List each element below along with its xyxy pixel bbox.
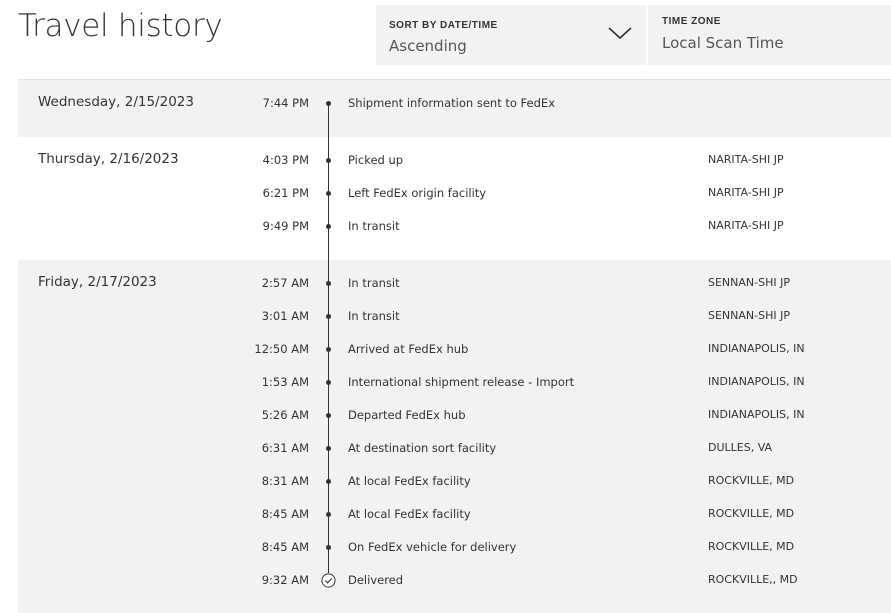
- event-location: INDIANAPOLIS, IN: [708, 342, 805, 355]
- timezone-value: Local Scan Time: [662, 34, 784, 52]
- dot-icon: [326, 190, 331, 196]
- event-description: In transit: [348, 276, 400, 290]
- event-time: 9:49 PM: [262, 219, 309, 233]
- event-location: ROCKVILLE, MD: [708, 540, 795, 553]
- event-time: 9:32 AM: [261, 573, 309, 587]
- event-description: Shipment information sent to FedEx: [348, 96, 555, 110]
- scan-event-row: 8:31 AM At local FedEx facility ROCKVILLE,…: [18, 471, 891, 491]
- scan-event-row: 12:50 AM Arrived at FedEx hub INDIANAPOLIS…: [18, 339, 891, 359]
- event-time: 8:31 AM: [261, 474, 309, 488]
- day-group: Thursday, 2/16/2023 4:03 PM Picked up NARIT…: [18, 137, 891, 260]
- event-location: DULLES, VA: [708, 441, 773, 454]
- event-time: 12:50 AM: [254, 342, 309, 356]
- event-time: 6:31 AM: [261, 441, 309, 455]
- event-description: In transit: [348, 309, 400, 323]
- event-location: INDIANAPOLIS, IN: [708, 375, 805, 388]
- dot-icon: [326, 313, 331, 319]
- page-title: Travel history: [18, 8, 223, 44]
- sort-dropdown[interactable]: SORT BY DATE/TIME Ascending: [376, 5, 646, 65]
- event-time: 2:57 AM: [261, 276, 309, 290]
- event-time: 6:21 PM: [262, 186, 309, 200]
- event-time: 1:53 AM: [261, 375, 309, 389]
- dot-icon: [326, 511, 331, 517]
- timezone-label: TIME ZONE: [662, 16, 721, 27]
- event-location: SENNAN-SHI JP: [708, 309, 790, 322]
- scan-event-row: 6:21 PM Left FedEx origin facility NARITA-…: [18, 183, 891, 203]
- dot-icon: [326, 100, 331, 106]
- chevron-down-icon[interactable]: [607, 25, 633, 41]
- sort-value: Ascending: [389, 37, 467, 55]
- scan-event-row: 9:49 PM In transit NARITA-SHI JP: [18, 216, 891, 236]
- event-description: At local FedEx facility: [348, 474, 471, 488]
- event-time: 8:45 AM: [261, 507, 309, 521]
- scan-event-row: 8:45 AM At local FedEx facility ROCKVILLE,…: [18, 504, 891, 524]
- scan-event-row: 1:53 AM International shipment release - …: [18, 372, 891, 392]
- day-group: Wednesday, 2/15/2023 7:44 PM Shipment info…: [18, 80, 891, 137]
- event-time: 3:01 AM: [261, 309, 309, 323]
- event-description: International shipment release - Import: [348, 375, 575, 389]
- event-description: At destination sort facility: [348, 441, 497, 455]
- scan-event-row: 9:32 AM Delivered ROCKVILLE,, MD: [18, 570, 891, 590]
- event-description: Arrived at FedEx hub: [348, 342, 469, 356]
- scan-event-row: 5:26 AM Departed FedEx hub INDIANAPOLIS, I…: [18, 405, 891, 425]
- dot-icon: [326, 223, 331, 229]
- event-time: 8:45 AM: [261, 540, 309, 554]
- event-description: In transit: [348, 219, 400, 233]
- event-description: Departed FedEx hub: [348, 408, 466, 422]
- dot-icon: [326, 478, 331, 484]
- timeline-line: [328, 103, 329, 580]
- dot-icon: [326, 379, 331, 385]
- sort-label: SORT BY DATE/TIME: [389, 20, 498, 31]
- event-location: ROCKVILLE, MD: [708, 507, 795, 520]
- scan-event-row: 3:01 AM In transit SENNAN-SHI JP: [18, 306, 891, 326]
- event-location: INDIANAPOLIS, IN: [708, 408, 805, 421]
- event-time: 4:03 PM: [262, 153, 309, 167]
- travel-history-timeline: Wednesday, 2/15/2023 7:44 PM Shipment info…: [18, 80, 891, 613]
- event-description: Delivered: [348, 573, 404, 587]
- travel-history-page: Travel history SORT BY DATE/TIME Ascendi…: [0, 0, 891, 613]
- dot-icon: [326, 346, 331, 352]
- dot-icon: [326, 412, 331, 418]
- timezone-selector[interactable]: TIME ZONE Local Scan Time: [648, 5, 891, 65]
- event-location: NARITA-SHI JP: [708, 153, 784, 166]
- event-description: At local FedEx facility: [348, 507, 471, 521]
- scan-event-row: 7:44 PM Shipment information sent to FedE…: [18, 93, 891, 113]
- event-location: SENNAN-SHI JP: [708, 276, 790, 289]
- dot-icon: [326, 544, 331, 550]
- check-circle-icon: [321, 572, 336, 588]
- scan-event-row: 8:45 AM On FedEx vehicle for delivery ROCK…: [18, 537, 891, 557]
- event-time: 7:44 PM: [262, 96, 309, 110]
- event-description: Picked up: [348, 153, 404, 167]
- dot-icon: [326, 280, 331, 286]
- event-location: ROCKVILLE, MD: [708, 474, 795, 487]
- event-description: On FedEx vehicle for delivery: [348, 540, 517, 554]
- event-location: NARITA-SHI JP: [708, 219, 784, 232]
- scan-event-row: 6:31 AM At destination sort facility DULLE…: [18, 438, 891, 458]
- event-description: Left FedEx origin facility: [348, 186, 487, 200]
- event-location: ROCKVILLE,, MD: [708, 573, 798, 586]
- dot-icon: [326, 445, 331, 451]
- dot-icon: [326, 157, 331, 163]
- scan-event-row: 2:57 AM In transit SENNAN-SHI JP: [18, 273, 891, 293]
- event-location: NARITA-SHI JP: [708, 186, 784, 199]
- scan-event-row: 4:03 PM Picked up NARITA-SHI JP: [18, 150, 891, 170]
- day-group: Friday, 2/17/2023 2:57 AM In transit SENNAN…: [18, 260, 891, 613]
- event-time: 5:26 AM: [261, 408, 309, 422]
